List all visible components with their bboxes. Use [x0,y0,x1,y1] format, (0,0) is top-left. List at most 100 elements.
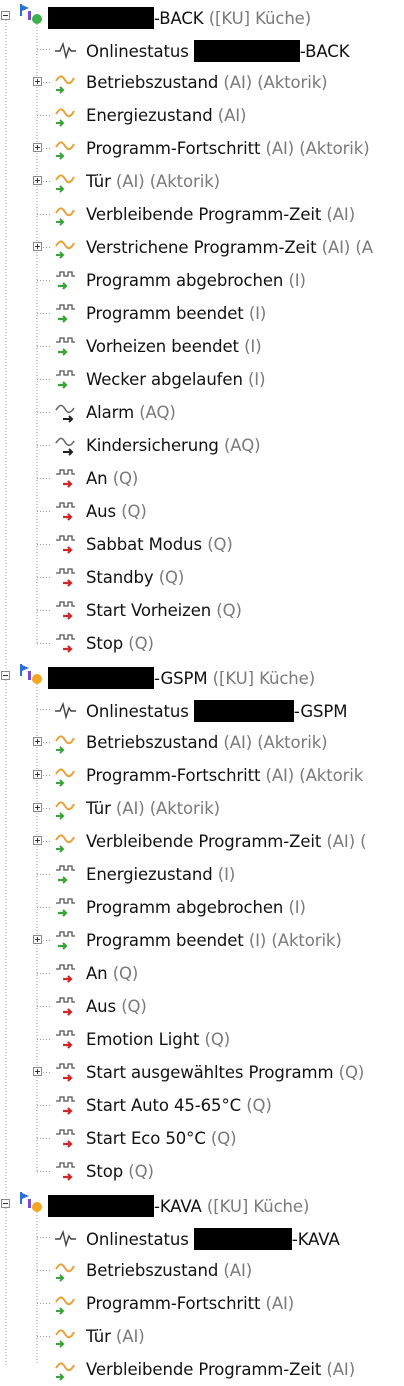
datapoint-item[interactable]: Betriebszustand (AI) (Aktorik) [0,726,404,759]
datapoint-label: Programm-Fortschritt (AI) (Aktorik) [86,139,370,159]
datapoint-item[interactable]: Start Eco 50°C (Q) [0,1122,404,1155]
expand-toggle[interactable] [33,935,42,944]
datapoint-item[interactable]: Tür (AI) (Aktorik) [0,165,404,198]
datapoint-item[interactable]: Start Vorheizen (Q) [0,594,404,627]
datapoint-item[interactable]: Programm-Fortschritt (AI) [0,1287,404,1320]
datapoint-type-tag: (Q) [204,1030,231,1049]
datapoint-name: Wecker abgelaufen [86,370,243,389]
device-node[interactable]: -KAVA ([KU] Küche) [0,1188,404,1221]
expand-toggle[interactable] [33,737,42,746]
datapoint-name: Energiezustand [86,106,213,125]
i-datapoint-icon [53,930,79,956]
q-datapoint-icon [53,567,79,593]
datapoint-label: Sabbat Modus (Q) [86,535,233,555]
datapoint-label: Tür (AI) (Aktorik) [86,172,220,192]
datapoint-item[interactable]: Aus (Q) [0,990,404,1023]
ai-datapoint-icon [53,765,79,791]
q-datapoint-icon [53,600,79,626]
expand-toggle[interactable] [33,242,42,251]
datapoint-item[interactable]: Emotion Light (Q) [0,1023,404,1056]
datapoint-label: Tür (AI) [86,1327,145,1347]
aq-datapoint-icon [53,402,79,428]
datapoint-item[interactable]: Programm abgebrochen (I) [0,891,404,924]
datapoint-item[interactable]: Kindersicherung (AQ) [0,429,404,462]
datapoint-type-tag: (Q) [128,634,154,653]
datapoint-label: Onlinestatus -KAVA [86,1228,340,1250]
datapoint-type-tag: (I) [244,337,262,356]
datapoint-item[interactable]: Energiezustand (I) [0,858,404,891]
datapoint-item[interactable]: Verstrichene Programm-Zeit (AI) (A [0,231,404,264]
datapoint-type-tag: (I) [288,898,306,917]
datapoint-item[interactable]: Programm beendet (I) (Aktorik) [0,924,404,957]
datapoint-name: Verbleibende Programm-Zeit [86,832,322,851]
datapoint-item[interactable]: Aus (Q) [0,495,404,528]
datapoint-item[interactable]: Tür (AI) (Aktorik) [0,792,404,825]
expand-toggle[interactable] [33,836,42,845]
datapoint-name: Onlinestatus [86,1230,189,1249]
datapoint-item[interactable]: Programm abgebrochen (I) [0,264,404,297]
datapoint-item[interactable]: An (Q) [0,957,404,990]
datapoint-name: Programm abgebrochen [86,271,284,290]
datapoint-type-tag: (AQ) [139,403,176,422]
ai-datapoint-icon [53,1359,79,1385]
expand-toggle[interactable] [33,1067,42,1076]
datapoint-item[interactable]: Wecker abgelaufen (I) [0,363,404,396]
datapoint-label: An (Q) [86,469,138,489]
datapoint-item[interactable]: Verbleibende Programm-Zeit (AI) [0,1353,404,1386]
q-datapoint-icon [53,1128,79,1154]
datapoint-item[interactable]: Onlinestatus -GSPM [0,693,404,726]
datapoint-type-tag: (I) [247,370,266,389]
datapoint-type-tag: (AQ) [223,436,261,455]
datapoint-item[interactable]: Alarm (AQ) [0,396,404,429]
datapoint-name: An [86,964,108,983]
aq-datapoint-icon [53,435,79,461]
datapoint-label: Verstrichene Programm-Zeit (AI) (A [86,238,373,258]
device-node[interactable]: -GSPM ([KU] Küche) [0,660,404,693]
datapoint-item[interactable]: Betriebszustand (AI) [0,1254,404,1287]
expand-toggle[interactable] [33,770,42,779]
datapoint-item[interactable]: Verbleibende Programm-Zeit (AI) [0,198,404,231]
datapoint-item[interactable]: Start ausgewähltes Programm (Q) [0,1056,404,1089]
collapse-toggle[interactable] [1,11,10,20]
i-datapoint-icon [53,369,79,395]
i-datapoint-icon [53,303,79,329]
expand-toggle[interactable] [33,803,42,812]
datapoint-name: Verstrichene Programm-Zeit [86,238,317,257]
datapoint-label: Stop (Q) [86,1162,154,1182]
datapoint-item[interactable]: Onlinestatus -BACK [0,33,404,66]
datapoint-type-tag: (Q) [128,1162,154,1181]
datapoint-item[interactable]: Sabbat Modus (Q) [0,528,404,561]
datapoint-item[interactable]: Vorheizen beendet (I) [0,330,404,363]
datapoint-label: Verbleibende Programm-Zeit (AI) [86,1360,355,1380]
online-datapoint-icon [53,1227,79,1253]
datapoint-item[interactable]: Programm-Fortschritt (AI) (Aktorik) [0,132,404,165]
datapoint-item[interactable]: Programm-Fortschritt (AI) (Aktorik [0,759,404,792]
datapoint-type-tag: (Q) [210,1129,237,1148]
collapse-toggle[interactable] [1,671,10,680]
expand-toggle[interactable] [33,143,42,152]
datapoint-item[interactable]: Programm beendet (I) [0,297,404,330]
datapoint-item[interactable]: Betriebszustand (AI) (Aktorik) [0,66,404,99]
datapoint-item[interactable]: Tür (AI) [0,1320,404,1353]
collapse-toggle[interactable] [1,1199,10,1208]
datapoint-item[interactable]: Stop (Q) [0,627,404,660]
device-label: -KAVA ([KU] Küche) [48,1195,309,1217]
datapoint-item[interactable]: Onlinestatus -KAVA [0,1221,404,1254]
online-suffix: -KAVA [291,1230,340,1249]
datapoint-item[interactable]: An (Q) [0,462,404,495]
datapoint-type-tag: (AI) (Aktorik) [223,733,328,752]
datapoint-item[interactable]: Stop (Q) [0,1155,404,1188]
expand-toggle[interactable] [33,77,42,86]
datapoint-label: Energiezustand (I) [86,865,235,885]
datapoint-name: Betriebszustand [86,1261,219,1280]
datapoint-item[interactable]: Energiezustand (AI) [0,99,404,132]
datapoint-item[interactable]: Start Auto 45-65°C (Q) [0,1089,404,1122]
device-node[interactable]: -BACK ([KU] Küche) [0,0,404,33]
expand-toggle[interactable] [33,176,42,185]
online-datapoint-icon [53,699,79,725]
device-name-suffix: -GSPM [154,669,208,688]
datapoint-item[interactable]: Verbleibende Programm-Zeit (AI) ( [0,825,404,858]
datapoint-type-tag: (Q) [207,535,233,554]
datapoint-item[interactable]: Standby (Q) [0,561,404,594]
datapoint-name: Programm beendet [86,931,244,950]
